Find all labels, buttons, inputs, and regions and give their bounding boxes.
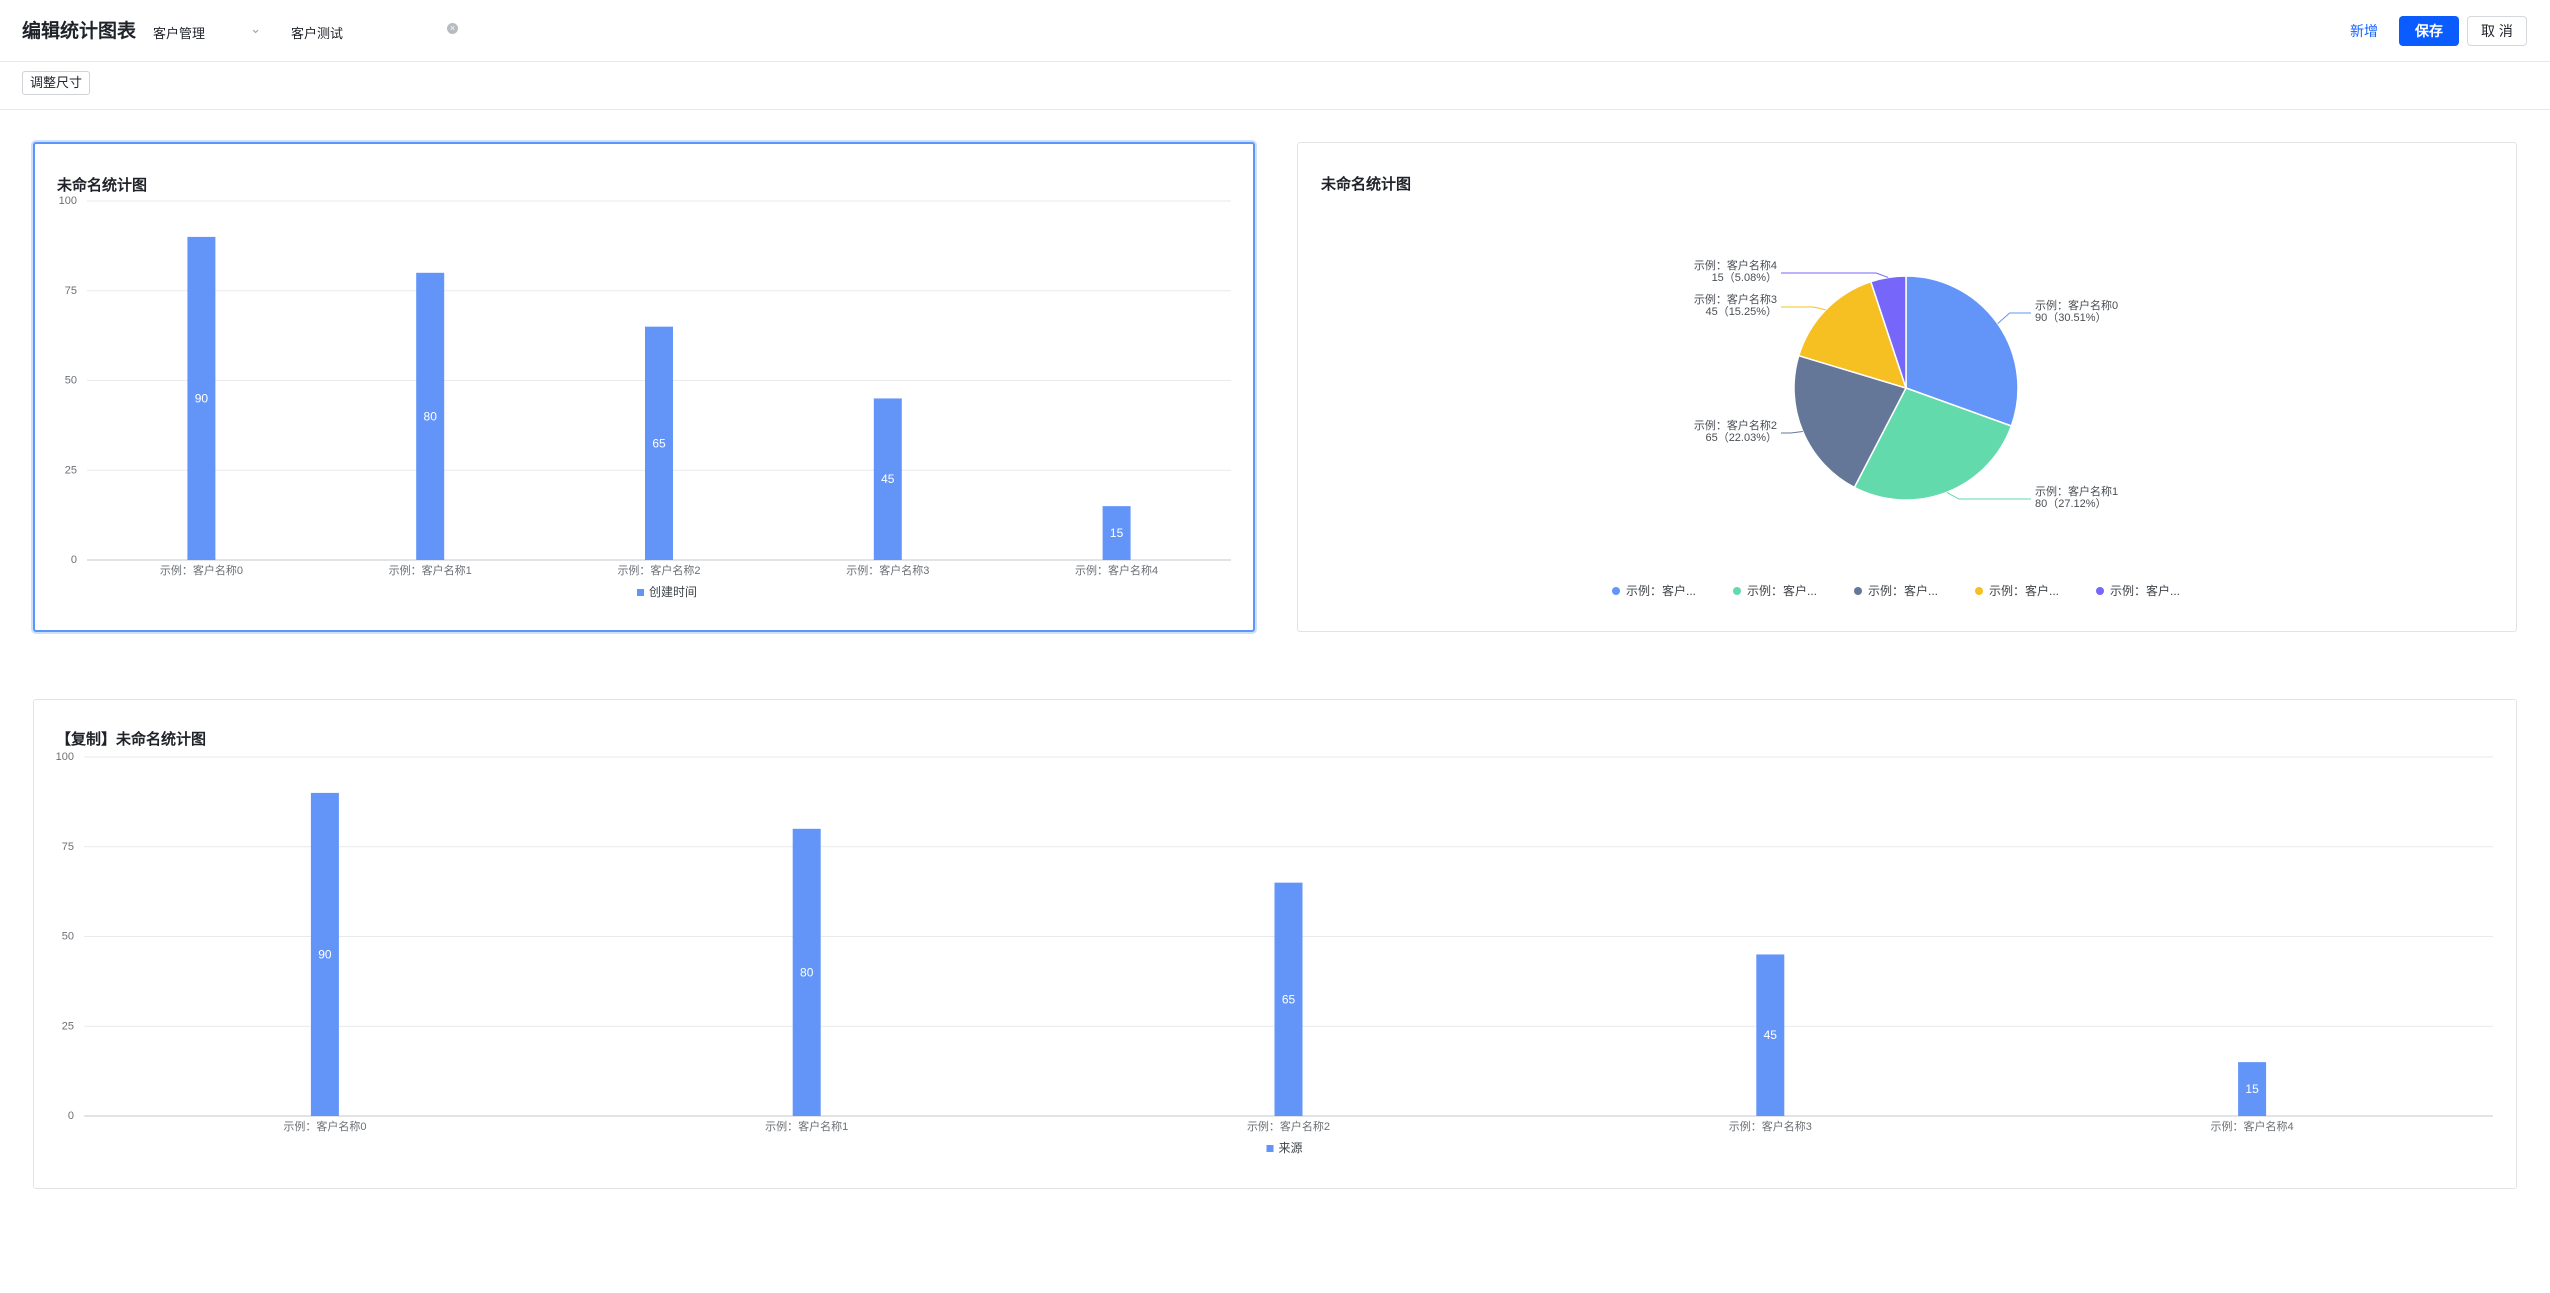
y-tick-label: 100 [59,195,77,207]
bar-chart-svg: 0 25 50 75 100 90 示例：客户名称0 80 示例：客户名称1 65 示例：客户名称2… [56,751,2493,1155]
legend-label: 示例：客户... [1868,583,1938,598]
bar-value-label: 80 [800,965,814,979]
bar-value-label: 65 [1282,992,1296,1006]
pie-label-line [1997,312,2031,324]
bar-chart-svg: 0 25 50 75 100 90 示例：客户名称0 80 示例：客户名称1 65 示例：客户名称2… [59,195,1231,599]
x-tick-label: 示例：客户名称0 [160,563,243,577]
pie-label-value: 90（30.51%） [2035,311,2107,324]
bar-value-label: 65 [652,436,666,450]
legend-square-icon [1266,1145,1274,1152]
x-tick-label: 示例：客户名称1 [765,1119,848,1133]
legend-dot-icon [2096,587,2104,595]
y-tick-label: 0 [71,554,77,566]
legend-dot-icon [1975,587,1983,595]
bar-value-label: 80 [424,409,438,423]
x-tick-label: 示例：客户名称2 [1247,1119,1330,1133]
y-tick-label: 50 [65,375,77,387]
y-tick-label: 25 [65,464,77,476]
pie-label-value: 15（5.08%） [1712,271,1777,284]
module-select[interactable]: 客户管理 ⌄ [153,18,265,44]
legend-label: 示例：客户... [1626,583,1696,598]
y-tick-label: 50 [62,931,74,943]
add-button[interactable]: 新增 [2350,21,2378,41]
y-tick-label: 0 [68,1110,74,1122]
pie-label-line [1781,306,1826,311]
pie-label-name: 示例：客户名称4 [1694,258,1777,272]
page-title: 编辑统计图表 [22,21,137,42]
chart-name-value: 客户测试 [291,26,344,41]
bar-value-label: 45 [881,472,895,486]
chart-card-bar-1[interactable]: 未命名统计图 0 25 50 75 100 90 示例：客户名称0 80 示例：客户名称1 65 示… [33,142,1255,632]
bar-value-label: 45 [1764,1028,1778,1042]
pie-label-name: 示例：客户名称1 [2035,484,2118,498]
legend-label: 来源 [1279,1141,1303,1155]
sub-toolbar: 调整尺寸 [0,62,2550,110]
legend-square-icon [637,589,644,596]
chart-card-pie[interactable]: 未命名统计图 示例：客户名称0 90（30.51%） 示例：客户名称1 80（27.1… [1297,142,2517,632]
pie-label-line [1781,272,1889,278]
bar-value-label: 15 [1110,526,1124,540]
bar-value-label: 90 [195,391,209,405]
chevron-down-icon: ⌄ [250,21,261,36]
legend-dot-icon [1733,587,1741,595]
header-bar: 编辑统计图表 客户管理 ⌄ 客户测试 × 新增 保存 取 消 [0,0,2550,62]
clear-icon[interactable]: × [447,23,458,34]
x-tick-label: 示例：客户名称0 [283,1119,366,1133]
y-tick-label: 75 [62,841,74,853]
bar-value-label: 15 [2245,1082,2259,1096]
chart-name-input[interactable]: 客户测试 × [290,18,458,44]
x-tick-label: 示例：客户名称4 [1075,563,1158,577]
x-tick-label: 示例：客户名称3 [1729,1119,1812,1133]
legend-label: 示例：客户... [1747,583,1817,598]
x-tick-label: 示例：客户名称3 [846,563,929,577]
pie-label-name: 示例：客户名称3 [1694,292,1777,306]
pie-label-line [1946,491,2031,500]
pie-label-value: 45（15.25%） [1705,305,1777,318]
x-tick-label: 示例：客户名称1 [389,563,472,577]
legend-label: 创建时间 [649,585,697,599]
cancel-button[interactable]: 取 消 [2467,16,2527,46]
y-tick-label: 25 [62,1020,74,1032]
module-select-value: 客户管理 [153,26,206,41]
x-tick-label: 示例：客户名称4 [2211,1119,2294,1133]
bar-value-label: 90 [318,947,332,961]
x-tick-label: 示例：客户名称2 [617,563,700,577]
save-button[interactable]: 保存 [2399,16,2459,46]
chart-card-bar-2[interactable]: 【复制】未命名统计图 0 25 50 75 100 90 示例：客户名称0 80 示例：客户名称… [33,699,2517,1189]
legend-label: 示例：客户... [1989,583,2059,598]
pie-label-value: 65（22.03%） [1705,431,1777,444]
pie-label-value: 80（27.12%） [2035,497,2107,510]
y-tick-label: 75 [65,285,77,297]
pie-label-name: 示例：客户名称0 [2035,298,2118,312]
pie-label-name: 示例：客户名称2 [1694,418,1777,432]
y-tick-label: 100 [56,751,74,763]
legend-label: 示例：客户... [2110,583,2180,598]
pie-chart-svg: 示例：客户名称090（30.51%） 示例：客户名称180（27.12%） 示例：客… [1612,258,2180,598]
legend-dot-icon [1854,587,1862,595]
legend-dot-icon [1612,587,1620,595]
resize-button[interactable]: 调整尺寸 [22,71,91,95]
pie-label-line [1781,431,1803,434]
